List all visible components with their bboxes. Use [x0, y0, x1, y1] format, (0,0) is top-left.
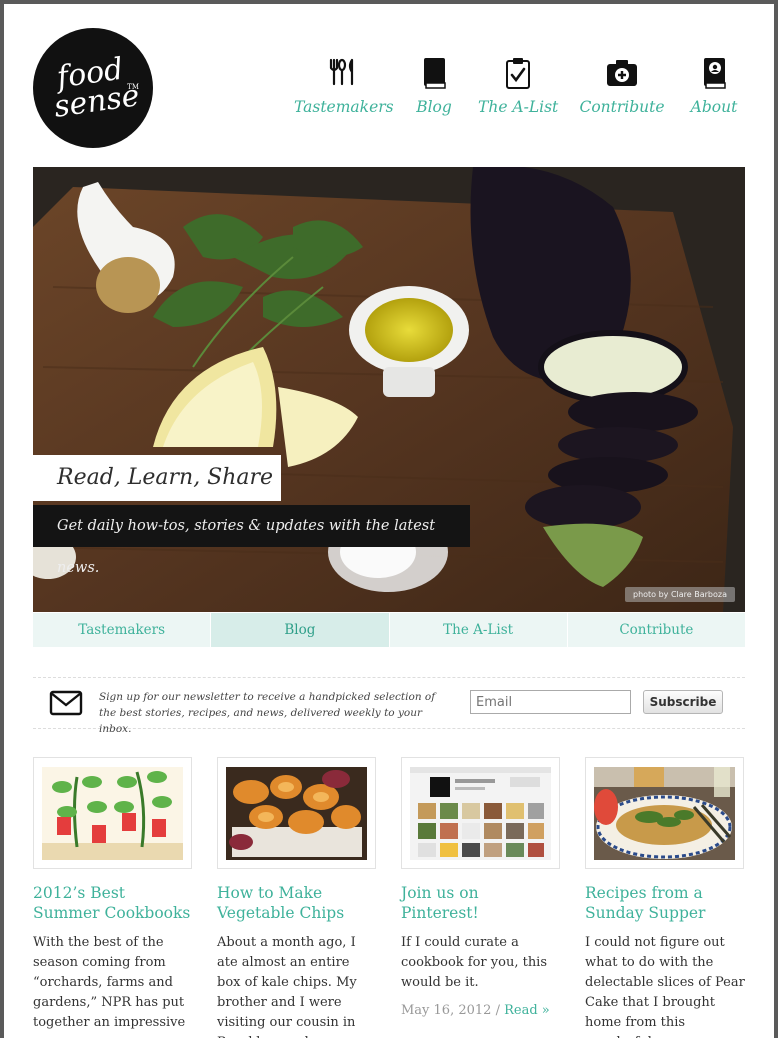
post-thumbnail[interactable] — [401, 757, 560, 869]
camera-plus-icon — [574, 56, 670, 90]
profile-book-icon — [684, 56, 744, 90]
envelope-icon — [49, 690, 83, 720]
subscribe-button[interactable]: Subscribe — [643, 690, 723, 714]
tab-a-list[interactable]: The A-List — [389, 613, 568, 647]
post-card: Join us on Pinterest! If I could curate … — [401, 757, 561, 1018]
photo-credit: photo by Clare Barboza — [624, 587, 735, 602]
email-field[interactable] — [470, 690, 631, 714]
section-tabs: Tastemakers Blog The A-List Contribute — [33, 613, 745, 647]
hero-banner[interactable]: Read, Learn, Share Get daily how-tos, st… — [33, 167, 745, 612]
nav-label-contribute: Contribute — [579, 98, 665, 116]
hero-title: Read, Learn, Share — [33, 455, 281, 501]
meta-separator: / — [495, 1003, 500, 1018]
post-card: Recipes from a Sunday Supper I could not… — [585, 757, 745, 1038]
book-icon — [408, 56, 460, 90]
post-excerpt: With the best of the season coming from … — [33, 935, 186, 1030]
nav-label-about: About — [690, 98, 738, 116]
newsletter-text: Sign up for our newsletter to receive a … — [99, 691, 436, 735]
post-meta: May 16, 2012 / Read » — [401, 1003, 561, 1018]
nav-item-blog[interactable]: Blog — [408, 56, 460, 116]
post-title[interactable]: Join us on Pinterest! — [401, 883, 561, 923]
post-thumbnail[interactable] — [217, 757, 376, 869]
page: food sense TM Tastemakers Blog The A-Lis… — [4, 4, 774, 1038]
nav-item-contribute[interactable]: Contribute — [574, 56, 670, 116]
post-title[interactable]: 2012’s Best Summer Cookbooks — [33, 883, 193, 923]
utensils-icon — [294, 56, 390, 90]
post-excerpt: I could not figure out what to do with t… — [585, 935, 745, 1038]
post-card: 2012’s Best Summer Cookbooks With the be… — [33, 757, 193, 1033]
post-date: May 16, 2012 — [401, 1003, 492, 1018]
food-sense-logo[interactable]: food sense TM — [33, 28, 153, 148]
tab-tastemakers[interactable]: Tastemakers — [33, 613, 212, 647]
nav-item-a-list[interactable]: The A-List — [478, 56, 558, 116]
nav-label-blog: Blog — [416, 98, 452, 116]
clipboard-check-icon — [478, 56, 558, 90]
post-thumbnail[interactable] — [585, 757, 744, 869]
newsletter-signup: Sign up for our newsletter to receive a … — [33, 677, 745, 735]
post-excerpt: About a month ago, I ate almost an entir… — [217, 935, 357, 1038]
nav-label-tastemakers: Tastemakers — [294, 98, 394, 116]
logo-trademark: TM — [127, 83, 139, 91]
post-excerpt: If I could curate a cookbook for you, th… — [401, 935, 548, 990]
tab-contribute[interactable]: Contribute — [567, 613, 745, 647]
hero-subtitle: Get daily how-tos, stories & updates wit… — [33, 505, 470, 576]
post-thumbnail[interactable] — [33, 757, 192, 869]
post-title[interactable]: How to Make Vegetable Chips — [217, 883, 377, 923]
nav-item-about[interactable]: About — [684, 56, 744, 116]
main-nav: Tastemakers Blog The A-List Contribute A… — [288, 56, 748, 126]
post-title[interactable]: Recipes from a Sunday Supper — [585, 883, 745, 923]
nav-item-tastemakers[interactable]: Tastemakers — [294, 56, 394, 116]
nav-label-a-list: The A-List — [478, 98, 559, 116]
post-card: How to Make Vegetable Chips About a mont… — [217, 757, 377, 1038]
tab-blog[interactable]: Blog — [211, 613, 390, 647]
read-more-link[interactable]: Read » — [504, 1003, 550, 1018]
